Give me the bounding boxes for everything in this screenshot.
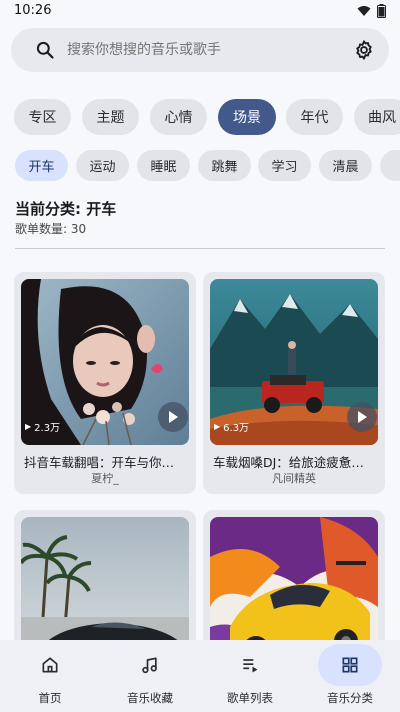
subcategory-chip-sleep[interactable]: 睡眠 [137, 150, 190, 181]
nav-playlists[interactable]: 歌单列表 [200, 640, 300, 712]
subcategory-chip-morning[interactable]: 清晨 [319, 150, 372, 181]
subcategory-chip-dance[interactable]: 跳舞 [198, 150, 251, 181]
play-triangle-icon: ▶ [25, 422, 32, 431]
music-note-icon [142, 657, 157, 674]
nav-favorites[interactable]: 音乐收藏 [100, 640, 200, 712]
playlist-count: 歌单数量: 30 [15, 222, 87, 236]
play-count-label: 6.3万 [223, 423, 250, 434]
nav-label: 音乐分类 [327, 691, 373, 705]
nav-categories[interactable]: 音乐分类 [300, 640, 400, 712]
category-chip-zone[interactable]: 专区 [14, 99, 71, 135]
subcategory-chip-more[interactable] [380, 150, 400, 181]
category-label: 场景 [233, 110, 261, 126]
category-chip-scene[interactable]: 场景 [218, 99, 276, 135]
status-bar: 10:26 [0, 0, 400, 24]
nav-label: 首页 [38, 691, 62, 705]
category-chip-theme[interactable]: 主题 [82, 99, 139, 135]
subcategory-tabs: 开车 运动 睡眠 跳舞 学习 清晨 [0, 150, 400, 182]
playlist-card[interactable]: ▶ 6.3万 车载烟嗓DJ：给旅途疲惫加点料 凡间精英 [203, 272, 385, 494]
category-label: 主题 [96, 110, 125, 126]
playlist-title: 车载烟嗓DJ：给旅途疲惫加点料 [213, 455, 385, 470]
play-triangle-icon: ▶ [214, 422, 221, 431]
category-label: 曲风 [368, 110, 396, 126]
search-input[interactable] [67, 28, 347, 72]
category-chip-mood[interactable]: 心情 [150, 99, 207, 135]
play-count: ▶ 2.3万 [25, 419, 60, 434]
bottom-navigation: 首页 音乐收藏 歌单列表 音乐分类 [0, 640, 400, 712]
playlist-author: 凡间精英 [272, 472, 316, 485]
subcategory-label: 睡眠 [150, 160, 177, 175]
gear-icon[interactable] [353, 39, 375, 61]
wifi-icon [357, 6, 371, 16]
play-icon [169, 411, 178, 423]
current-category-title: 当前分类: 开车 [15, 200, 117, 218]
category-label: 心情 [164, 110, 193, 126]
battery-icon [377, 4, 386, 18]
search-icon [36, 41, 54, 59]
nav-label: 音乐收藏 [127, 691, 173, 705]
play-count: ▶ 6.3万 [214, 419, 249, 434]
playlist-author: 夏柠_ [91, 472, 119, 485]
nav-label: 歌单列表 [227, 691, 273, 705]
play-button[interactable] [347, 402, 377, 432]
subcategory-label: 跳舞 [211, 160, 238, 175]
playlist-title: 抖音车载翻唱：开车与你同行 [24, 455, 187, 470]
subcategory-label: 清晨 [332, 160, 359, 175]
status-icons [357, 4, 386, 18]
play-count-label: 2.3万 [34, 423, 61, 434]
playlist-icon [243, 659, 258, 673]
subcategory-label: 学习 [271, 160, 298, 175]
home-icon [42, 657, 58, 673]
category-chip-genre[interactable]: 曲风 [354, 99, 400, 135]
status-time: 10:26 [14, 3, 52, 18]
grid-icon [342, 657, 358, 673]
nav-home[interactable]: 首页 [0, 640, 100, 712]
category-tabs: 专区 主题 心情 场景 年代 曲风 [0, 99, 400, 137]
category-label: 专区 [28, 110, 57, 126]
subcategory-label: 运动 [89, 160, 116, 175]
subcategory-chip-study[interactable]: 学习 [258, 150, 311, 181]
play-button[interactable] [158, 402, 188, 432]
category-label: 年代 [300, 110, 329, 126]
subcategory-chip-sport[interactable]: 运动 [76, 150, 129, 181]
subcategory-label: 开车 [28, 160, 55, 175]
subcategory-chip-driving[interactable]: 开车 [15, 150, 68, 181]
play-icon [358, 411, 367, 423]
playlist-card[interactable]: ▶ 2.3万 抖音车载翻唱：开车与你同行 夏柠_ [14, 272, 196, 494]
search-bar[interactable] [11, 28, 389, 72]
category-chip-era[interactable]: 年代 [286, 99, 343, 135]
divider [15, 248, 385, 249]
